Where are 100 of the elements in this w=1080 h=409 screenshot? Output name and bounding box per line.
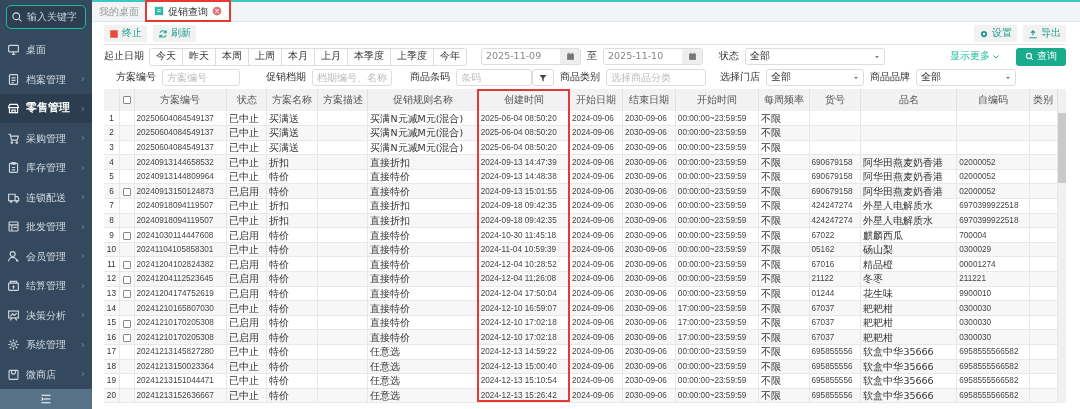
select-field[interactable]: 全部: [916, 69, 1016, 86]
input-field[interactable]: 档期编号、名称: [312, 69, 392, 86]
sidebar-item[interactable]: 连锁配送: [0, 182, 92, 213]
row-number: 11: [104, 256, 120, 272]
table-cell: 00:00:00~23:59:59: [675, 140, 759, 155]
table-cell: 不限: [758, 315, 809, 330]
column-header[interactable]: 品名: [860, 89, 957, 111]
column-header[interactable]: 方案编号: [134, 89, 227, 111]
table-cell: 不限: [758, 198, 809, 214]
sidebar-item[interactable]: 库存管理: [0, 153, 92, 183]
field-label: 商品品牌: [870, 70, 910, 85]
date-field[interactable]: 2025-11-10: [603, 48, 703, 65]
table-cell: 已启用: [226, 286, 267, 301]
sidebar-item[interactable]: 批发管理: [0, 212, 92, 242]
date-range-button[interactable]: 本周: [215, 47, 249, 66]
date-range-button[interactable]: 本月: [281, 47, 315, 66]
column-header[interactable]: 方案描述: [317, 89, 368, 111]
sidebar-item[interactable]: 结算管理: [0, 271, 92, 301]
table-cell: 2024-12-04 17:50:04: [478, 286, 570, 301]
field-label: 起止日期: [104, 49, 144, 64]
date-range-button[interactable]: 上季度: [390, 47, 434, 66]
row-number: 15: [104, 315, 120, 330]
table-cell: 直接特价: [367, 286, 479, 301]
table-cell: 特价: [266, 315, 318, 330]
column-header[interactable]: 方案名称: [266, 89, 318, 111]
date-range-button[interactable]: 本季度: [347, 47, 391, 66]
sidebar-item[interactable]: 采购管理: [0, 123, 92, 153]
column-header[interactable]: 类别: [1029, 89, 1058, 111]
search-field[interactable]: 输入关键字: [6, 5, 86, 29]
calendar-icon: [565, 52, 575, 61]
checkbox[interactable]: [122, 261, 131, 270]
column-header[interactable]: 每周频率: [758, 89, 809, 111]
table-cell: 已中止: [226, 344, 267, 360]
tab[interactable]: 促销查询: [146, 1, 230, 21]
column-header[interactable]: 状态: [226, 89, 267, 111]
checkbox[interactable]: [122, 334, 131, 343]
table-cell: 20250604084549137: [134, 111, 227, 126]
select-field[interactable]: 全部: [745, 48, 885, 65]
column-header[interactable]: 自编码: [956, 89, 1030, 111]
table-cell: 424247274: [809, 198, 861, 214]
table-cell: 2030-09-06: [622, 140, 676, 155]
date-range-button[interactable]: 今天: [149, 47, 183, 66]
stop-icon: [109, 28, 119, 39]
caret-icon: [874, 53, 880, 60]
checkbox[interactable]: [122, 290, 131, 299]
date-range-button[interactable]: 昨天: [182, 47, 216, 66]
checkbox[interactable]: [122, 275, 131, 284]
table-cell: 直接特价: [367, 169, 479, 184]
table-cell: 2025-06-04 08:50:20: [478, 111, 570, 126]
table-cell: 直接特价: [367, 227, 479, 243]
checkbox[interactable]: [122, 188, 131, 197]
select-field[interactable]: 全部: [766, 69, 864, 86]
column-header[interactable]: 结束日期: [622, 89, 676, 111]
clipboard-icon: [7, 161, 20, 175]
table-cell: 2024-09-18 09:42:35: [478, 198, 570, 214]
column-header[interactable]: 开始日期: [569, 89, 623, 111]
table-cell: 2024-09-06: [569, 227, 623, 243]
table-cell: 20241204174752619: [134, 286, 227, 301]
scrollbar[interactable]: [1058, 89, 1066, 404]
column-header[interactable]: 开始时间: [675, 89, 759, 111]
scroll-thumb[interactable]: [1058, 113, 1066, 183]
sidebar-item[interactable]: 会员管理: [0, 241, 92, 272]
table-cell: 2030-09-06: [622, 373, 676, 389]
checkbox[interactable]: [122, 96, 131, 105]
sidebar-item[interactable]: 决策分析: [0, 300, 92, 331]
column-header[interactable]: 货号: [809, 89, 861, 111]
date-range-button[interactable]: 今年: [433, 47, 467, 66]
table-cell: 2025-06-04 08:50:20: [478, 140, 570, 155]
table-cell: 已中止: [226, 373, 267, 389]
table-cell: 6970399922518: [956, 198, 1030, 214]
date-field[interactable]: 2025-11-09: [481, 48, 581, 65]
table-cell: 折扣: [266, 198, 318, 214]
sidebar-item[interactable]: 微商店: [0, 359, 92, 390]
sidebar-item[interactable]: 零售管理: [0, 93, 92, 124]
checkbox[interactable]: [122, 232, 131, 241]
date-range-button[interactable]: 上周: [248, 47, 282, 66]
cart-icon: [7, 131, 20, 145]
menu-toggle-button[interactable]: [0, 389, 92, 409]
table-cell: 已中止: [226, 140, 267, 155]
table-cell: 20250604084549137: [134, 140, 227, 155]
table-cell: 2030-09-06: [622, 256, 676, 272]
table-cell: 花生味: [860, 286, 957, 301]
table-cell: 特价: [266, 373, 318, 389]
sidebar-item[interactable]: 档案管理: [0, 64, 92, 94]
table-cell: 已启用: [226, 315, 267, 330]
table-cell: 2024-09-06: [569, 111, 623, 126]
column-header[interactable]: 促销规则名称: [367, 89, 479, 111]
table-cell: 特价: [266, 286, 318, 301]
table-cell: 6958555566582: [956, 344, 1030, 360]
row-number: 13: [104, 286, 120, 301]
date-range-button[interactable]: 上月: [314, 47, 348, 66]
chevron-down-icon: [992, 52, 1000, 61]
table-cell: 6958555566582: [956, 373, 1030, 389]
checkbox[interactable]: [122, 319, 131, 328]
sidebar-item[interactable]: 桌面: [0, 34, 92, 65]
input-field[interactable]: 条码: [456, 69, 532, 86]
table-cell: 已中止: [226, 111, 267, 126]
table-cell: 700004: [956, 227, 1030, 243]
filter-button[interactable]: [532, 69, 554, 86]
sidebar-item[interactable]: 系统管理: [0, 330, 92, 360]
